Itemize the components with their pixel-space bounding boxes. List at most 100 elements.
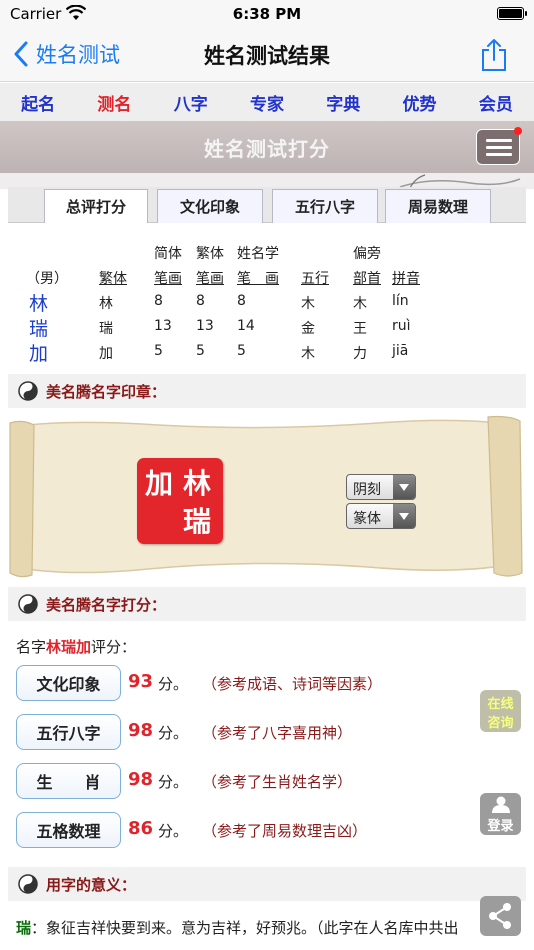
seal-char: 加: [145, 467, 174, 500]
score-note: （参考了八字喜用神）: [202, 724, 353, 742]
chevron-down-icon: [393, 504, 415, 528]
seal-style-select[interactable]: 阴刻: [346, 474, 416, 500]
table-cell: 8: [237, 293, 246, 309]
score-value: 98: [128, 769, 154, 790]
menu-item-zidian[interactable]: 字典: [326, 90, 360, 115]
share-nodes-icon: [489, 903, 511, 929]
menu-item-youshi[interactable]: 优势: [403, 90, 437, 115]
score-row: 五行八字 98 分。 （参考了八字喜用神）: [16, 714, 486, 750]
result-tabs: 总评打分 文化印象 五行八字 周易数理: [8, 187, 526, 223]
chevron-left-icon: [14, 41, 28, 67]
header-radical: 部首: [353, 271, 381, 287]
score-unit: 分。: [158, 822, 189, 840]
status-bar: Carrier 6:38 PM: [0, 0, 534, 28]
navigation-bar: 姓名测试 姓名测试结果: [0, 28, 534, 82]
score-row: 生 肖 98 分。 （参考了生肖姓名学）: [16, 763, 486, 799]
notification-dot: [514, 127, 522, 135]
menu-item-zhuanjia[interactable]: 专家: [250, 90, 284, 115]
banner-title: 姓名测试打分: [204, 137, 330, 161]
battery-icon: [497, 7, 527, 20]
table-cell: 13: [154, 318, 172, 334]
chevron-down-icon: [393, 475, 415, 499]
tab-zhouyi-numerology[interactable]: 周易数理: [385, 189, 491, 223]
table-cell: 8: [154, 293, 163, 309]
yin-yang-icon: [18, 874, 38, 894]
back-button[interactable]: 姓名测试: [14, 38, 120, 70]
share-icon[interactable]: [480, 38, 508, 72]
yin-yang-icon: [18, 594, 38, 614]
score-unit: 分。: [158, 675, 189, 693]
header-trad-char: 繁体: [99, 271, 127, 287]
seal-char: 瑞: [183, 505, 212, 538]
tab-cultural-impression[interactable]: 文化印象: [157, 189, 263, 223]
menu-item-huiyuan[interactable]: 会员: [479, 90, 513, 115]
score-note: （参考成语、诗词等因素）: [202, 675, 383, 693]
header-radical-top: 偏旁: [353, 246, 381, 262]
table-cell: 5: [196, 343, 205, 359]
table-cell: 力: [353, 346, 367, 362]
menu-item-qiming[interactable]: 起名: [21, 90, 55, 115]
seal-section-title: 美名腾名字印章：: [8, 374, 526, 408]
consult-label-1: 在线: [487, 697, 514, 712]
name-character-table: 简体 繁体 姓名学 偏旁 （男） 繁体 笔画 笔画 笔 画 五行 部首 拼音 林…: [8, 223, 526, 373]
name-suffix: 评分：: [91, 638, 137, 656]
score-section-title: 美名腾名字打分：: [8, 587, 526, 621]
char-jia: 加: [29, 343, 49, 365]
login-button[interactable]: 登录: [480, 793, 521, 835]
gender-label: （男）: [26, 271, 68, 287]
header-name-study: 姓名学: [237, 246, 279, 262]
share-float-button[interactable]: [480, 896, 521, 936]
header-simp-stroke: 笔画: [154, 271, 182, 287]
meaning-section-title: 用字的意义：: [8, 867, 526, 901]
hamburger-menu-button[interactable]: [476, 127, 522, 165]
section-title-text: 美名腾名字印章：: [46, 382, 167, 401]
seal-style-value: 阴刻: [353, 482, 381, 498]
score-unit: 分。: [158, 773, 189, 791]
table-cell: lín: [392, 293, 409, 309]
table-cell: 5: [154, 343, 163, 359]
table-cell: 木: [301, 346, 315, 362]
header-name-stroke: 笔 画: [237, 271, 279, 287]
table-cell: 瑞: [99, 321, 113, 337]
zodiac-button[interactable]: 生 肖: [16, 763, 121, 799]
meaning-text: ：象征吉祥快要到来。意为吉祥，好预兆。（此字在人名库中共出: [31, 919, 459, 937]
top-menu: 起名 测名 八字 专家 字典 优势 会员: [0, 83, 534, 121]
seal-font-select[interactable]: 篆体: [346, 503, 416, 529]
menu-item-ceming[interactable]: 测名: [97, 90, 131, 115]
score-row: 五格数理 86 分。 （参考了周易数理吉凶）: [16, 812, 486, 848]
login-label: 登录: [487, 819, 514, 834]
wuxing-bazi-button[interactable]: 五行八字: [16, 714, 121, 750]
user-icon: [491, 796, 510, 813]
table-cell: 王: [353, 321, 367, 337]
seal-char: 林: [183, 467, 212, 500]
table-cell: 5: [237, 343, 246, 359]
table-cell: 金: [301, 321, 315, 337]
paper-scroll-background: [9, 415, 523, 578]
character-meaning: 瑞：象征吉祥快要到来。意为吉祥，好预兆。（此字在人名库中共出: [16, 917, 459, 938]
name-score-line: 名字林瑞加评分：: [16, 636, 136, 657]
yin-yang-icon: [18, 381, 38, 401]
table-cell: 林: [99, 296, 113, 312]
wuge-numerology-button[interactable]: 五格数理: [16, 812, 121, 848]
table-cell: 木: [301, 296, 315, 312]
score-row: 文化印象 93 分。 （参考成语、诗词等因素）: [16, 665, 486, 701]
back-label: 姓名测试: [36, 43, 120, 67]
header-trad-stroke: 笔画: [196, 271, 224, 287]
name-prefix: 名字: [16, 638, 47, 656]
table-cell: jiā: [392, 343, 409, 359]
tab-overall-score[interactable]: 总评打分: [44, 189, 148, 223]
table-cell: ruì: [392, 318, 411, 334]
evaluated-name: 林瑞加: [46, 638, 92, 656]
cultural-impression-button[interactable]: 文化印象: [16, 665, 121, 701]
score-note: （参考了周易数理吉凶）: [202, 822, 368, 840]
section-title-text: 美名腾名字打分：: [46, 595, 167, 614]
score-note: （参考了生肖姓名学）: [202, 773, 353, 791]
menu-item-bazi[interactable]: 八字: [174, 90, 208, 115]
header-simplified: 简体: [154, 246, 182, 262]
online-consult-button[interactable]: 在线 咨询: [480, 690, 521, 732]
section-title-text: 用字的意义：: [46, 875, 137, 894]
header-wuxing: 五行: [301, 271, 329, 287]
char-rui: 瑞: [29, 318, 49, 340]
header-pinyin: 拼音: [392, 271, 420, 287]
tab-wuxing-bazi[interactable]: 五行八字: [272, 189, 378, 223]
